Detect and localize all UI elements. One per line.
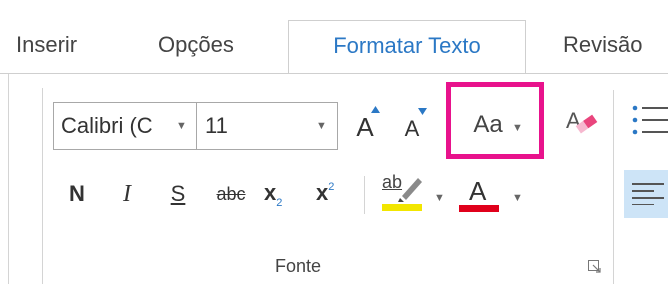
grow-font-button[interactable]: A: [350, 106, 380, 143]
clear-formatting-icon[interactable]: A: [566, 108, 598, 138]
align-left-icon: [632, 183, 664, 205]
font-color-button[interactable]: A: [459, 176, 499, 216]
bullets-icon[interactable]: [630, 100, 668, 140]
up-arrow-icon: [371, 106, 380, 113]
highlighter-pen-icon: [398, 178, 422, 202]
change-case-button[interactable]: Aa: [466, 111, 510, 139]
underline-button[interactable]: S: [167, 181, 189, 207]
down-arrow-icon: [418, 108, 427, 115]
superscript-label: x: [316, 180, 329, 205]
superscript-mark: 2: [328, 181, 335, 193]
ribbon-left-edge: [8, 74, 9, 284]
italic-button[interactable]: I: [117, 181, 137, 208]
font-size-value: 11: [205, 113, 228, 138]
chevron-down-icon[interactable]: ▼: [434, 192, 445, 204]
strikethrough-label: abc: [216, 184, 246, 204]
bold-label: N: [69, 181, 85, 206]
tab-revisao[interactable]: Revisão: [563, 32, 642, 58]
chevron-down-icon[interactable]: ▼: [316, 120, 327, 132]
ribbon-tab-bar: Inserir Opções Formatar Texto Revisão: [0, 0, 668, 75]
change-case-label: Aa: [473, 111, 503, 138]
group-label-fonte: Fonte: [275, 256, 322, 276]
font-name-value: Calibri (C: [61, 113, 153, 138]
row-divider: [364, 176, 365, 214]
chevron-down-icon[interactable]: ▼: [512, 122, 523, 134]
bold-button[interactable]: N: [66, 181, 88, 207]
italic-label: I: [123, 181, 131, 207]
highlight-color-swatch: [382, 204, 422, 211]
shrink-font-label: A: [404, 116, 420, 141]
superscript-button[interactable]: x2: [316, 180, 346, 206]
subscript-button[interactable]: x2: [264, 180, 294, 209]
font-color-label: A: [469, 176, 487, 206]
font-color-swatch: [459, 205, 499, 212]
tab-inserir[interactable]: Inserir: [16, 32, 77, 58]
underline-label: S: [170, 181, 186, 206]
subscript-mark: 2: [276, 197, 283, 209]
tab-opcoes[interactable]: Opções: [158, 32, 234, 58]
chevron-down-icon[interactable]: ▼: [512, 192, 523, 204]
highlight-color-button[interactable]: ab: [382, 172, 422, 212]
chevron-down-icon[interactable]: ▼: [176, 120, 187, 132]
subscript-label: x: [264, 180, 277, 205]
strikethrough-button[interactable]: abc: [211, 184, 251, 205]
dialog-launcher-icon[interactable]: [588, 260, 602, 274]
shrink-font-button[interactable]: A: [398, 108, 427, 142]
tab-formatar-texto[interactable]: Formatar Texto: [288, 20, 526, 75]
font-group-right-divider: [613, 90, 614, 284]
font-group-left-divider: [42, 88, 43, 284]
align-left-button[interactable]: [624, 170, 668, 218]
grow-font-label: A: [356, 112, 374, 142]
